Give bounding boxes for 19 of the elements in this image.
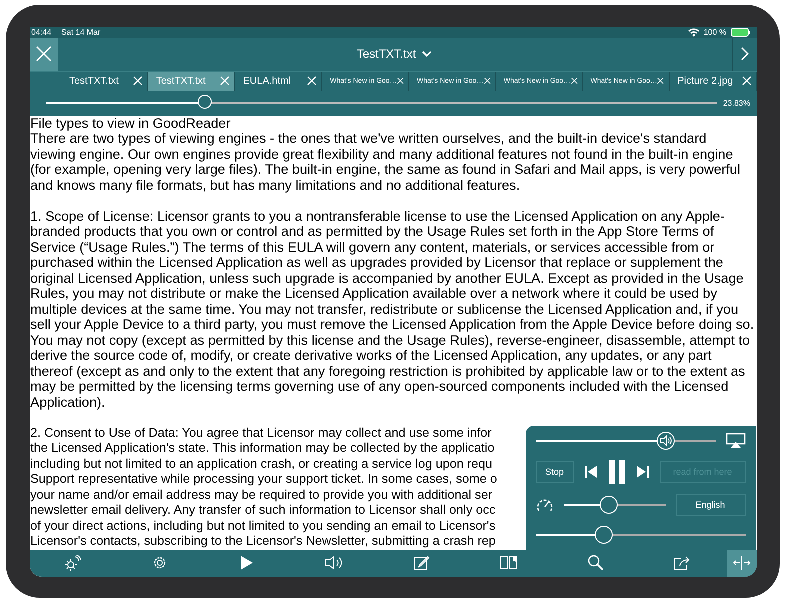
document-tab[interactable]: TestTXT.txt (148, 72, 236, 92)
text-line: of your direct actions, including but not limited to you sending an email to Licensor's (30, 518, 497, 534)
text-line: including but not limited to an application crash, or creating a service log upon requ (30, 456, 494, 472)
position-reading: 23.83% (723, 98, 750, 108)
stop-button[interactable]: Stop (536, 460, 574, 482)
text-line: the Licensed Application's state. This information may be collected by the applicatio (30, 441, 496, 456)
document-heading: File types to view in GoodReader (30, 116, 232, 131)
text-line: your name and/or email address may be required to provide you with additional ser (30, 488, 494, 503)
text-line: Support representative while processing your support ticket. In some cases, some o (30, 472, 498, 488)
status-time: 04:44 (32, 28, 52, 37)
text-line: 2. Consent to Use of Data: You agree that Licensor may collect and use some infor (30, 426, 493, 441)
document-title[interactable]: TestTXT.txt (356, 47, 416, 62)
document-paragraph: 1. Scope of License: Licensor grants to you a nontransferable license to use the Licensed Application on any Apple-branded products that you own or control and as permitted by the Usage Rules set forth in the App Store Terms of Service (“Usage Rules.”) The terms of this EULA will govern any content, materials, or services accessible from or purchased within the Licensed Application as well as upgrades provided by Licensor that replace or supplement the original Licensed Application, unless such upgrade is accompanied by another EULA. Except as provided in the Usage Rules, you may not distribute or make the Licensed Application available over a network where it could be used by multiple devices at the same time. You may not transfer, redistribute or sublicense the Licensed Application and, if you sell your Apple Device to a third party, you must remove the Licensed Application from the Apple Device before doing so. You may not copy (except as permitted by this license and the Usage Rules), reverse-engineer, disassemble, attempt to derive the source code of, modify, or create derivative works of the Licensed Application, any updates, or any part thereof (except as and only to the extent that any foregoing restriction is prohibited by applicable law or to the extent as may be permitted by the licensing terms governing use of any open-sourced components included with the Licensed Application). (30, 208, 756, 410)
language-button[interactable]: English (676, 494, 746, 516)
text-line: Licensor's contacts, subscribing to the Licensor's Newsletter, submitting a crash rep (30, 534, 497, 550)
status-date: Sat 14 Mar (62, 28, 101, 37)
text-line: newsletter email delivery. Any transfer of such information to Licensor shall only occ (30, 503, 497, 518)
document-paragraph: There are two types of viewing engines - the ones that we've written ourselves, and the built-in device's standard viewing engine. Our own engines provide great flexibility and many additional features not found in the built-in engine (for example, opening very large files). The built-in engine, the same as found in Safari and Mail apps, is very powerful and knows many file formats, but has many limitations and no additional features. (30, 131, 742, 193)
battery-percent: 100 % (704, 28, 726, 37)
